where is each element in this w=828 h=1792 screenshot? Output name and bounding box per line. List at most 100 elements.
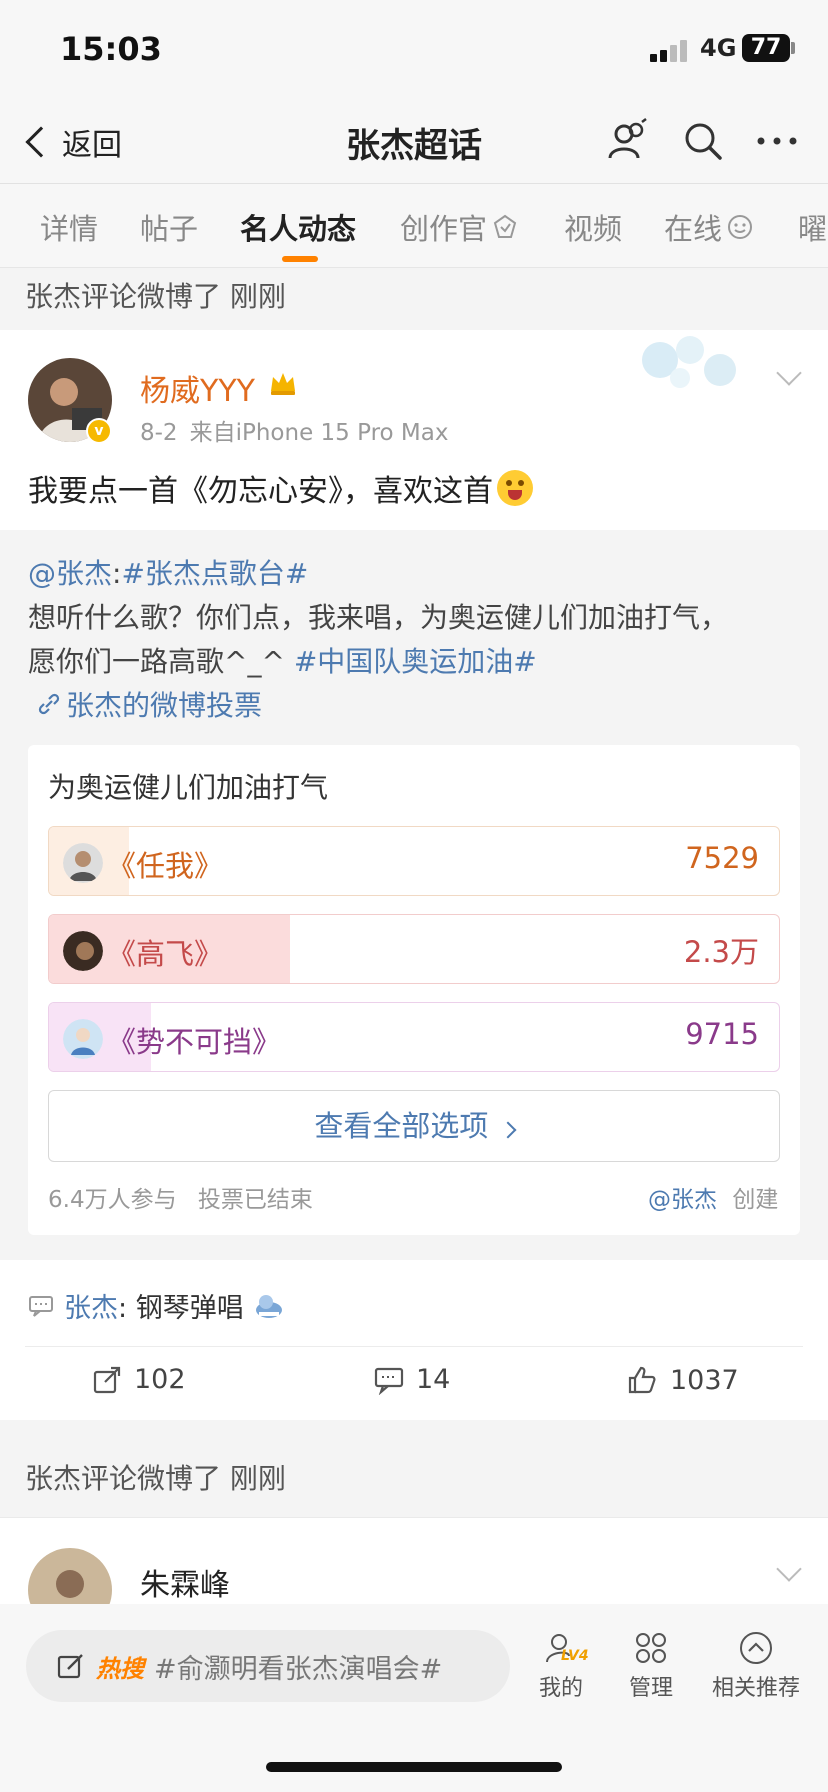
vote-creator-link[interactable]: @张杰: [648, 1187, 717, 1213]
repost-line2: 想听什么歌？你们点，我来唱，为奥运健儿们加油打气，: [28, 601, 729, 634]
option-avatar: [63, 1019, 103, 1059]
back-label: 返回: [62, 128, 122, 163]
search-icon[interactable]: [678, 116, 728, 166]
hot-search-label: 热搜: [96, 1654, 144, 1683]
vote-option-label: 《势不可挡》: [107, 1025, 282, 1059]
vote-link-label: 张杰的微博投票: [66, 689, 263, 722]
vote-option-count: 2.3万: [683, 935, 759, 969]
post-username[interactable]: 朱霖峰: [140, 1560, 230, 1604]
thumbs-up-icon: [628, 1366, 656, 1394]
topic-link[interactable]: #张杰点歌台#: [121, 557, 308, 590]
user-level-icon: LV4: [543, 1630, 589, 1666]
tab-posts[interactable]: 帖子: [140, 206, 198, 248]
comment-sep: :: [118, 1293, 128, 1324]
tab-bar: 详情 帖子 名人动态 创作官 视频 在线 曜: [0, 184, 828, 268]
battery-tip: [791, 42, 795, 54]
network-type: 4G: [700, 34, 737, 62]
chevron-up-circle-icon: [738, 1630, 774, 1666]
active-tab-indicator: [282, 256, 318, 262]
see-all-options-button[interactable]: 查看全部选项: [48, 1090, 780, 1162]
signal-icon: [650, 40, 690, 62]
vote-creator: @张杰 创建: [648, 1180, 778, 1214]
like-count: 1037: [670, 1364, 739, 1396]
comment-text: 钢琴弹唱: [135, 1293, 244, 1324]
vote-option-3[interactable]: 《势不可挡》 9715: [48, 1002, 780, 1072]
comment-icon: [374, 1367, 404, 1395]
post-source: 来自iPhone 15 Pro Max: [189, 420, 449, 446]
comment-count: 14: [416, 1364, 451, 1395]
tab-overflow[interactable]: 曜: [798, 206, 827, 248]
tab-creator-label: 创作官: [400, 212, 488, 246]
comment-button[interactable]: 14: [374, 1364, 450, 1395]
vote-title: 为奥运健儿们加油打气: [48, 771, 329, 804]
hot-search-topic: #俞灏明看张杰演唱会#: [154, 1653, 443, 1685]
post-text: 我要点一首《勿忘心安》，喜欢这首: [28, 466, 533, 510]
back-chevron-icon: [25, 126, 57, 158]
post-date: 8-2: [140, 420, 178, 446]
repost-header: @张杰:#张杰点歌台#: [28, 552, 308, 592]
topic-link-2[interactable]: #中国队奥运加油#: [294, 645, 537, 678]
verified-badge-icon: v: [86, 418, 112, 444]
vote-participants: 6.4万人参与: [48, 1187, 177, 1213]
home-indicator: [266, 1762, 562, 1772]
status-time: 15:03: [60, 30, 162, 68]
comment-author[interactable]: 张杰: [64, 1293, 118, 1324]
vote-option-1[interactable]: 《任我》 7529: [48, 826, 780, 896]
repost-line3-text: 愿你们一路高歌^_^: [28, 645, 294, 678]
vote-option-2[interactable]: 《高飞》 2.3万: [48, 914, 780, 984]
tab-creator[interactable]: 创作官: [400, 206, 519, 248]
hot-search-input[interactable]: 热搜 #俞灏明看张杰演唱会#: [26, 1630, 510, 1702]
mention-link[interactable]: @张杰: [28, 557, 112, 590]
creator-badge-icon: [493, 214, 517, 238]
vote-link[interactable]: 张杰的微博投票: [36, 684, 262, 724]
option-avatar: [63, 931, 103, 971]
repost-line3: 愿你们一路高歌^_^ #中国队奥运加油#: [28, 640, 537, 680]
option-avatar: [63, 843, 103, 883]
comment-bubble-icon: [29, 1295, 53, 1317]
feed-header: 张杰评论微博了 刚刚: [0, 1440, 828, 1518]
nav-bar: 返回 张杰超话: [0, 100, 828, 184]
post-body: 我要点一首《勿忘心安》，喜欢这首: [28, 474, 493, 509]
nav-manage[interactable]: 管理: [606, 1630, 696, 1702]
see-all-label: 查看全部选项: [314, 1109, 489, 1143]
smile-icon: [728, 215, 753, 239]
divider: [25, 1346, 803, 1347]
user-level-badge: LV4: [561, 1648, 589, 1664]
back-button[interactable]: 返回: [22, 120, 122, 164]
vote-option-label: 《高飞》: [107, 937, 224, 971]
link-icon: [38, 693, 60, 715]
repost-button[interactable]: 102: [92, 1364, 186, 1395]
tab-details[interactable]: 详情: [40, 206, 98, 248]
nav-related-label: 相关推荐: [711, 1676, 800, 1701]
chevron-right-icon: [499, 1121, 517, 1139]
post-meta: 8-2 来自iPhone 15 Pro Max: [140, 413, 448, 447]
decor-flower-icon: [642, 336, 736, 388]
tab-celebrity-news[interactable]: 名人动态: [240, 206, 356, 248]
feed-header: 张杰评论微博了 刚刚: [0, 268, 828, 326]
nav-manage-label: 管理: [628, 1676, 673, 1701]
nav-my-label: 我的: [538, 1676, 583, 1701]
crown-icon: [271, 373, 295, 395]
edit-icon: [57, 1654, 83, 1679]
crying-laugh-emoji-icon: [497, 470, 533, 506]
piano-emoji-icon: [255, 1294, 282, 1318]
repost-count: 102: [134, 1364, 186, 1395]
post-username[interactable]: 杨威YYY: [140, 366, 255, 410]
tab-online-label: 在线: [664, 212, 723, 246]
vote-option-label: 《任我》: [107, 849, 224, 883]
like-button[interactable]: 1037: [626, 1364, 739, 1396]
battery-icon: 77: [742, 34, 790, 62]
more-icon[interactable]: [752, 116, 802, 166]
nav-my[interactable]: LV4 我的: [516, 1630, 606, 1702]
tab-videos[interactable]: 视频: [564, 206, 622, 248]
members-icon[interactable]: [602, 116, 652, 166]
vote-stats: 6.4万人参与 投票已结束: [48, 1180, 313, 1214]
vote-option-count: 7529: [685, 841, 759, 875]
tab-online[interactable]: 在线: [664, 206, 754, 248]
nav-related[interactable]: 相关推荐: [706, 1630, 806, 1702]
share-icon: [93, 1366, 121, 1393]
vote-created-label: 创建: [732, 1187, 779, 1213]
vote-status: 投票已结束: [197, 1187, 313, 1213]
top-comment[interactable]: 张杰: 钢琴弹唱: [28, 1286, 284, 1325]
vote-option-count: 9715: [685, 1017, 759, 1051]
